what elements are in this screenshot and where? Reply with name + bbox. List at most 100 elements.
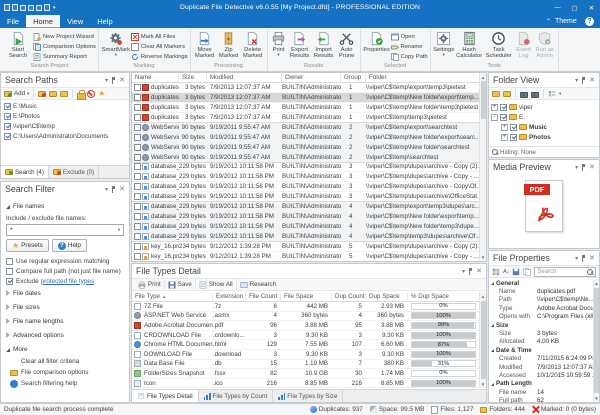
tree-expander[interactable]: +: [501, 134, 508, 141]
minimize-button[interactable]: —: [549, 0, 566, 15]
collapse-ribbon-icon[interactable]: ⌃: [546, 18, 551, 25]
pin-icon[interactable]: [112, 186, 115, 193]
expand-folders-icon[interactable]: [492, 91, 500, 97]
row-checkbox[interactable]: [134, 193, 141, 200]
column-header-folder[interactable]: Folder: [366, 73, 486, 82]
result-row[interactable]: database_162.png 229 bytes 9/19/2012 10:…: [132, 212, 479, 222]
delete-marked-button[interactable]: Delete Marked: [241, 30, 265, 60]
path-checkbox[interactable]: [4, 123, 11, 130]
column-header-name[interactable]: Name: [132, 73, 179, 82]
panel-menu-icon[interactable]: ▾: [575, 77, 578, 84]
ribbon-tab[interactable]: File: [0, 15, 26, 28]
tab-file-types-by-size[interactable]: File Types by Size: [273, 390, 343, 402]
file-type-row[interactable]: Adobe Acrobat Document .pdf 96 3.88 MB 9…: [132, 321, 479, 331]
tree-node[interactable]: + viper: [491, 102, 597, 112]
tree-node[interactable]: + Photos: [491, 132, 597, 142]
scroll-down-icon[interactable]: ▼: [480, 380, 487, 388]
file-type-row[interactable]: ASP.NET Web Service .asmx 4 360 bytes 4 …: [132, 312, 479, 322]
import-results-button[interactable]: Import Results: [312, 30, 336, 60]
tree-checkbox[interactable]: [500, 104, 507, 111]
search-path-item[interactable]: E:\Music: [1, 101, 129, 111]
close-panel-icon[interactable]: ✕: [589, 76, 595, 84]
protected-file-types-link[interactable]: protected file types: [41, 278, 95, 285]
pin-icon[interactable]: [582, 255, 585, 262]
col-dup-count[interactable]: Dup Count: [332, 293, 366, 300]
property-row[interactable]: Accessed10/1/2015 10:59:59 ...: [489, 371, 593, 379]
qat-customize-arrow[interactable]: ▾: [53, 5, 56, 11]
pin-icon[interactable]: [582, 164, 585, 171]
new-project-wizard-button[interactable]: New Project Wizard: [33, 32, 96, 41]
full-path-checkbox-row[interactable]: Compare full path (not just file name): [6, 266, 124, 276]
file-type-row[interactable]: DOWNLOAD File .download 3 9.30 KB 3 9.30…: [132, 350, 479, 360]
comparison-options-button[interactable]: Comparison Options: [33, 42, 96, 51]
summary-report-button[interactable]: Summary Report: [33, 52, 96, 61]
find-next-icon[interactable]: [531, 91, 539, 97]
scroll-up-icon[interactable]: ▲: [480, 73, 487, 81]
block-icon[interactable]: [87, 90, 95, 98]
property-row[interactable]: TypeAdobe Acrobat Docu...: [489, 304, 593, 312]
research-button[interactable]: Research: [237, 279, 279, 290]
property-row[interactable]: Size: [489, 321, 593, 329]
path-checkbox[interactable]: [4, 113, 11, 120]
result-row[interactable]: database_16.png 229 bytes 9/19/2012 10:1…: [132, 163, 479, 173]
section-file-names[interactable]: File names: [6, 199, 124, 213]
close-panel-icon[interactable]: ✕: [119, 185, 125, 193]
tab-search[interactable]: Search (4): [1, 166, 49, 178]
row-checkbox[interactable]: [134, 203, 141, 210]
result-row[interactable]: duplicates.pdf 3 bytes 7/9/2013 12:07:37…: [132, 103, 479, 113]
result-row[interactable]: key_16.png 234 bytes 9/12/2012 1:39:28 P…: [132, 242, 479, 252]
open-button[interactable]: Open: [391, 32, 428, 41]
auto-prune-button[interactable]: Auto Prune: [336, 30, 358, 60]
qat-save-icon[interactable]: [20, 5, 26, 11]
file-type-row[interactable]: Chrome HTML Document .html 129 7.55 MB 1…: [132, 340, 479, 350]
property-row[interactable]: General: [489, 279, 593, 287]
scroll-down-icon[interactable]: ▼: [593, 394, 600, 402]
theme-selector[interactable]: Theme ▾: [555, 18, 581, 25]
file-type-row[interactable]: Icon .ico 216 8.85 MB 216 8.85 MB 100%: [132, 379, 479, 389]
move-down-icon[interactable]: [60, 91, 68, 97]
ribbon-tab[interactable]: Home: [26, 15, 60, 28]
tree-checkbox[interactable]: [510, 124, 517, 131]
row-checkbox[interactable]: [134, 233, 141, 240]
property-row[interactable]: Size3 bytes: [489, 329, 593, 337]
exclude-protected-checkbox-row[interactable]: Exclude protected file types: [6, 276, 124, 286]
result-row[interactable]: duplicates.pdf 3 bytes 7/9/2013 12:07:37…: [132, 113, 479, 123]
result-row[interactable]: duplicates.pdf 3 bytes 7/9/2013 12:07:37…: [132, 83, 479, 93]
scroll-down-icon[interactable]: ▼: [480, 253, 487, 261]
collapse-folders-icon[interactable]: [503, 91, 511, 97]
smartmark-button[interactable]: SmartMark▾: [101, 30, 131, 58]
file-name-pattern-input[interactable]: *▾: [6, 224, 124, 236]
reverse-markings-button[interactable]: Reverse Markings: [131, 52, 188, 61]
column-header-modified[interactable]: Modified: [207, 73, 282, 82]
col-extension[interactable]: Extension: [213, 293, 246, 300]
result-row[interactable]: WebService.asmx 90 bytes 9/19/2011 9:55:…: [132, 123, 479, 133]
result-row[interactable]: database_162.png 229 bytes 9/19/2012 10:…: [132, 222, 479, 232]
result-row[interactable]: database_162.png 229 bytes 9/19/2012 10:…: [132, 232, 479, 242]
qat-save-all-icon[interactable]: [28, 5, 34, 11]
row-checkbox[interactable]: [134, 114, 141, 121]
tree-node[interactable]: - E:: [491, 112, 597, 122]
property-row[interactable]: Modified7/9/2013 12:07:37 AM: [489, 363, 593, 371]
scroll-up-icon[interactable]: ▲: [480, 292, 487, 300]
panel-menu-icon[interactable]: ▾: [575, 255, 578, 262]
row-checkbox[interactable]: [134, 124, 141, 131]
pin-icon[interactable]: [112, 77, 115, 84]
col-file-space[interactable]: File Space: [281, 293, 332, 300]
row-checkbox[interactable]: [134, 173, 141, 180]
path-checkbox[interactable]: [4, 133, 11, 140]
close-panel-icon[interactable]: ✕: [119, 76, 125, 84]
row-checkbox[interactable]: [134, 243, 141, 250]
row-checkbox[interactable]: [134, 134, 141, 141]
filter-more-item[interactable]: Search filtering help: [6, 378, 124, 389]
remove-path-icon[interactable]: [38, 91, 46, 97]
col-pct-dup-space[interactable]: % Dup Space: [408, 293, 486, 300]
save-types-button[interactable]: Save: [165, 279, 196, 290]
filter-section-collapsed[interactable]: File sizes: [6, 300, 124, 314]
close-panel-icon[interactable]: ✕: [476, 267, 482, 275]
properties-scrollbar[interactable]: ▲ ▼: [593, 279, 599, 402]
panel-menu-icon[interactable]: ▾: [462, 268, 465, 275]
column-header-group[interactable]: Group: [341, 73, 366, 82]
show-all-button[interactable]: Show All: [196, 279, 237, 290]
tab-file-types-by-count[interactable]: File Types by Count: [199, 390, 274, 402]
result-row[interactable]: key_16.png 234 bytes 9/12/2012 1:39:28 P…: [132, 252, 479, 261]
